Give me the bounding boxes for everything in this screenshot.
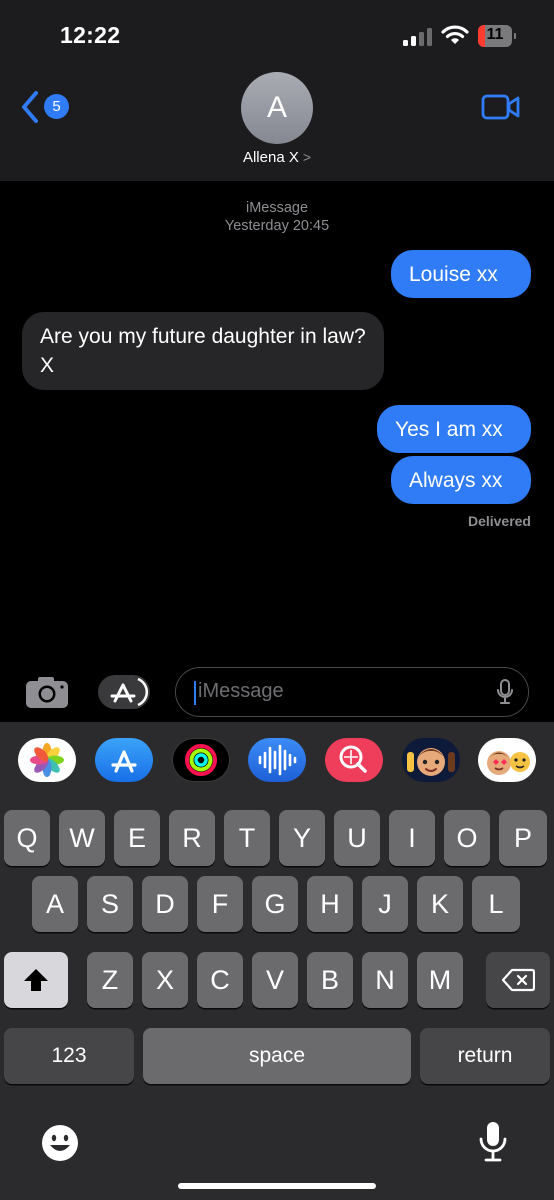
key-l[interactable]: L	[472, 876, 520, 932]
shift-arrow-icon	[24, 969, 48, 991]
message-bubble-sent[interactable]: Yes I am xx	[377, 405, 531, 453]
key-a[interactable]: A	[32, 876, 78, 932]
chevron-left-icon	[22, 91, 38, 123]
unread-count-badge: 5	[44, 94, 69, 119]
message-bubble-sent[interactable]: Always xx	[391, 456, 531, 504]
memoji-icon[interactable]	[402, 738, 460, 782]
chevron-right-icon: >	[302, 149, 312, 165]
dictation-icon[interactable]	[496, 679, 514, 705]
wifi-icon	[441, 25, 469, 44]
message-bubble-sent[interactable]: Louise xx	[391, 250, 531, 298]
delete-key[interactable]	[486, 952, 550, 1008]
battery-level: 11	[486, 26, 504, 43]
key-f[interactable]: F	[197, 876, 243, 932]
app-store-icon[interactable]	[95, 738, 153, 782]
key-v[interactable]: V	[252, 952, 298, 1008]
text-caret	[194, 681, 196, 705]
conversation-meta: iMessage Yesterday 20:45	[0, 199, 554, 235]
key-h[interactable]: H	[307, 876, 353, 932]
battery-icon: 11	[478, 25, 516, 47]
key-e[interactable]: E	[114, 810, 160, 866]
memoji-stickers-icon[interactable]	[478, 738, 536, 782]
key-o[interactable]: O	[444, 810, 490, 866]
facetime-video-icon[interactable]	[481, 94, 521, 120]
message-input[interactable]: iMessage	[175, 667, 529, 717]
key-w[interactable]: W	[59, 810, 105, 866]
activity-icon[interactable]	[172, 738, 230, 782]
conversation-header: 12:22 11 5 A Allena X >	[0, 0, 554, 181]
backspace-icon	[501, 968, 536, 992]
contact-name-button[interactable]: Allena X >	[0, 149, 554, 166]
home-indicator[interactable]	[178, 1183, 376, 1189]
key-m[interactable]: M	[417, 952, 463, 1008]
key-s[interactable]: S	[87, 876, 133, 932]
key-p[interactable]: P	[499, 810, 547, 866]
delivery-status: Delivered	[467, 513, 531, 529]
contact-avatar[interactable]: A	[241, 72, 313, 144]
key-y[interactable]: Y	[279, 810, 325, 866]
numbers-key[interactable]: 123	[4, 1028, 134, 1084]
status-time: 12:22	[60, 22, 121, 48]
apps-button[interactable]	[98, 675, 150, 709]
key-k[interactable]: K	[417, 876, 463, 932]
message-timestamp: Yesterday 20:45	[224, 218, 330, 234]
key-n[interactable]: N	[362, 952, 408, 1008]
key-x[interactable]: X	[142, 952, 188, 1008]
service-label: iMessage	[245, 200, 309, 216]
app-store-icon	[110, 677, 148, 707]
back-button[interactable]: 5	[20, 90, 80, 126]
microphone-icon[interactable]	[478, 1120, 508, 1164]
return-key[interactable]: return	[420, 1028, 550, 1084]
message-input-placeholder: iMessage	[198, 680, 284, 702]
space-key[interactable]: space	[143, 1028, 411, 1084]
shift-key[interactable]	[4, 952, 68, 1008]
key-z[interactable]: Z	[87, 952, 133, 1008]
key-j[interactable]: J	[362, 876, 408, 932]
key-i[interactable]: I	[389, 810, 435, 866]
contact-name: Allena X	[242, 149, 299, 166]
key-b[interactable]: B	[307, 952, 353, 1008]
photos-icon[interactable]	[18, 738, 76, 782]
key-g[interactable]: G	[252, 876, 298, 932]
imessage-app-drawer	[0, 722, 554, 802]
cellular-signal-icon	[403, 28, 433, 46]
key-t[interactable]: T	[224, 810, 270, 866]
key-r[interactable]: R	[169, 810, 215, 866]
key-q[interactable]: Q	[4, 810, 50, 866]
key-c[interactable]: C	[197, 952, 243, 1008]
audio-message-icon[interactable]	[248, 738, 306, 782]
emoji-icon[interactable]	[40, 1123, 80, 1163]
camera-icon[interactable]	[24, 674, 70, 710]
web-search-icon[interactable]	[325, 738, 383, 782]
key-u[interactable]: U	[334, 810, 380, 866]
key-d[interactable]: D	[142, 876, 188, 932]
message-bubble-received[interactable]: Are you my future daughter in law? X	[22, 312, 384, 390]
